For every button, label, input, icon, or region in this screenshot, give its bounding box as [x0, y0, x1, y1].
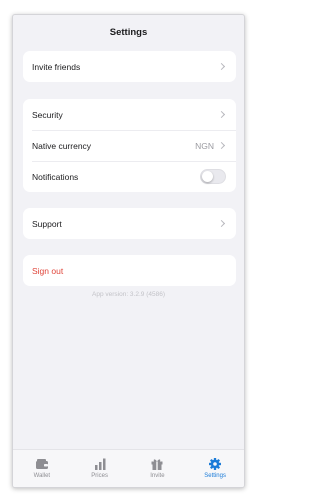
security-label: Security — [32, 109, 63, 120]
phone-screen: Settings Invite friends Security Native … — [12, 14, 245, 488]
notifications-label: Notifications — [32, 171, 79, 182]
page-title: Settings — [109, 26, 148, 38]
tab-label: Settings — [204, 473, 226, 479]
gear-icon — [209, 458, 222, 470]
tab-label: Wallet — [33, 473, 51, 479]
chevron-right-icon — [217, 62, 226, 71]
tab-label: Prices — [91, 473, 108, 479]
toggle-knob — [202, 171, 213, 182]
tab-bar: Wallet Prices Invite Settings — [13, 449, 244, 487]
chevron-right-icon — [217, 219, 226, 228]
notifications-row: Notifications — [23, 161, 236, 192]
tab-invite[interactable]: Invite — [129, 450, 187, 487]
tab-prices[interactable]: Prices — [71, 450, 129, 487]
native-currency-label: Native currency — [32, 140, 92, 151]
signout-group: Sign out — [23, 255, 236, 286]
chevron-right-icon — [217, 141, 226, 150]
support-row[interactable]: Support — [23, 208, 236, 239]
security-row[interactable]: Security — [23, 99, 236, 130]
gift-icon — [151, 459, 163, 470]
sign-out-button[interactable]: Sign out — [23, 255, 236, 286]
sign-out-label: Sign out — [32, 265, 64, 276]
preferences-group: Security Native currency NGN Notificatio… — [23, 99, 236, 192]
support-label: Support — [32, 218, 62, 229]
native-currency-row[interactable]: Native currency NGN — [23, 130, 236, 161]
native-currency-value: NGN — [195, 140, 214, 151]
invite-friends-row[interactable]: Invite friends — [23, 51, 236, 82]
wallet-icon — [35, 459, 48, 469]
tab-settings[interactable]: Settings — [186, 450, 244, 487]
support-group: Support — [23, 208, 236, 239]
tab-label: Invite — [150, 473, 165, 479]
tab-wallet[interactable]: Wallet — [13, 450, 71, 487]
notifications-toggle[interactable] — [200, 169, 226, 184]
bar-chart-icon — [94, 458, 106, 470]
app-version: App version: 3.2.9 (4586) — [92, 291, 165, 298]
chevron-right-icon — [217, 110, 226, 119]
invite-friends-label: Invite friends — [32, 61, 81, 72]
invite-group: Invite friends — [23, 51, 236, 82]
